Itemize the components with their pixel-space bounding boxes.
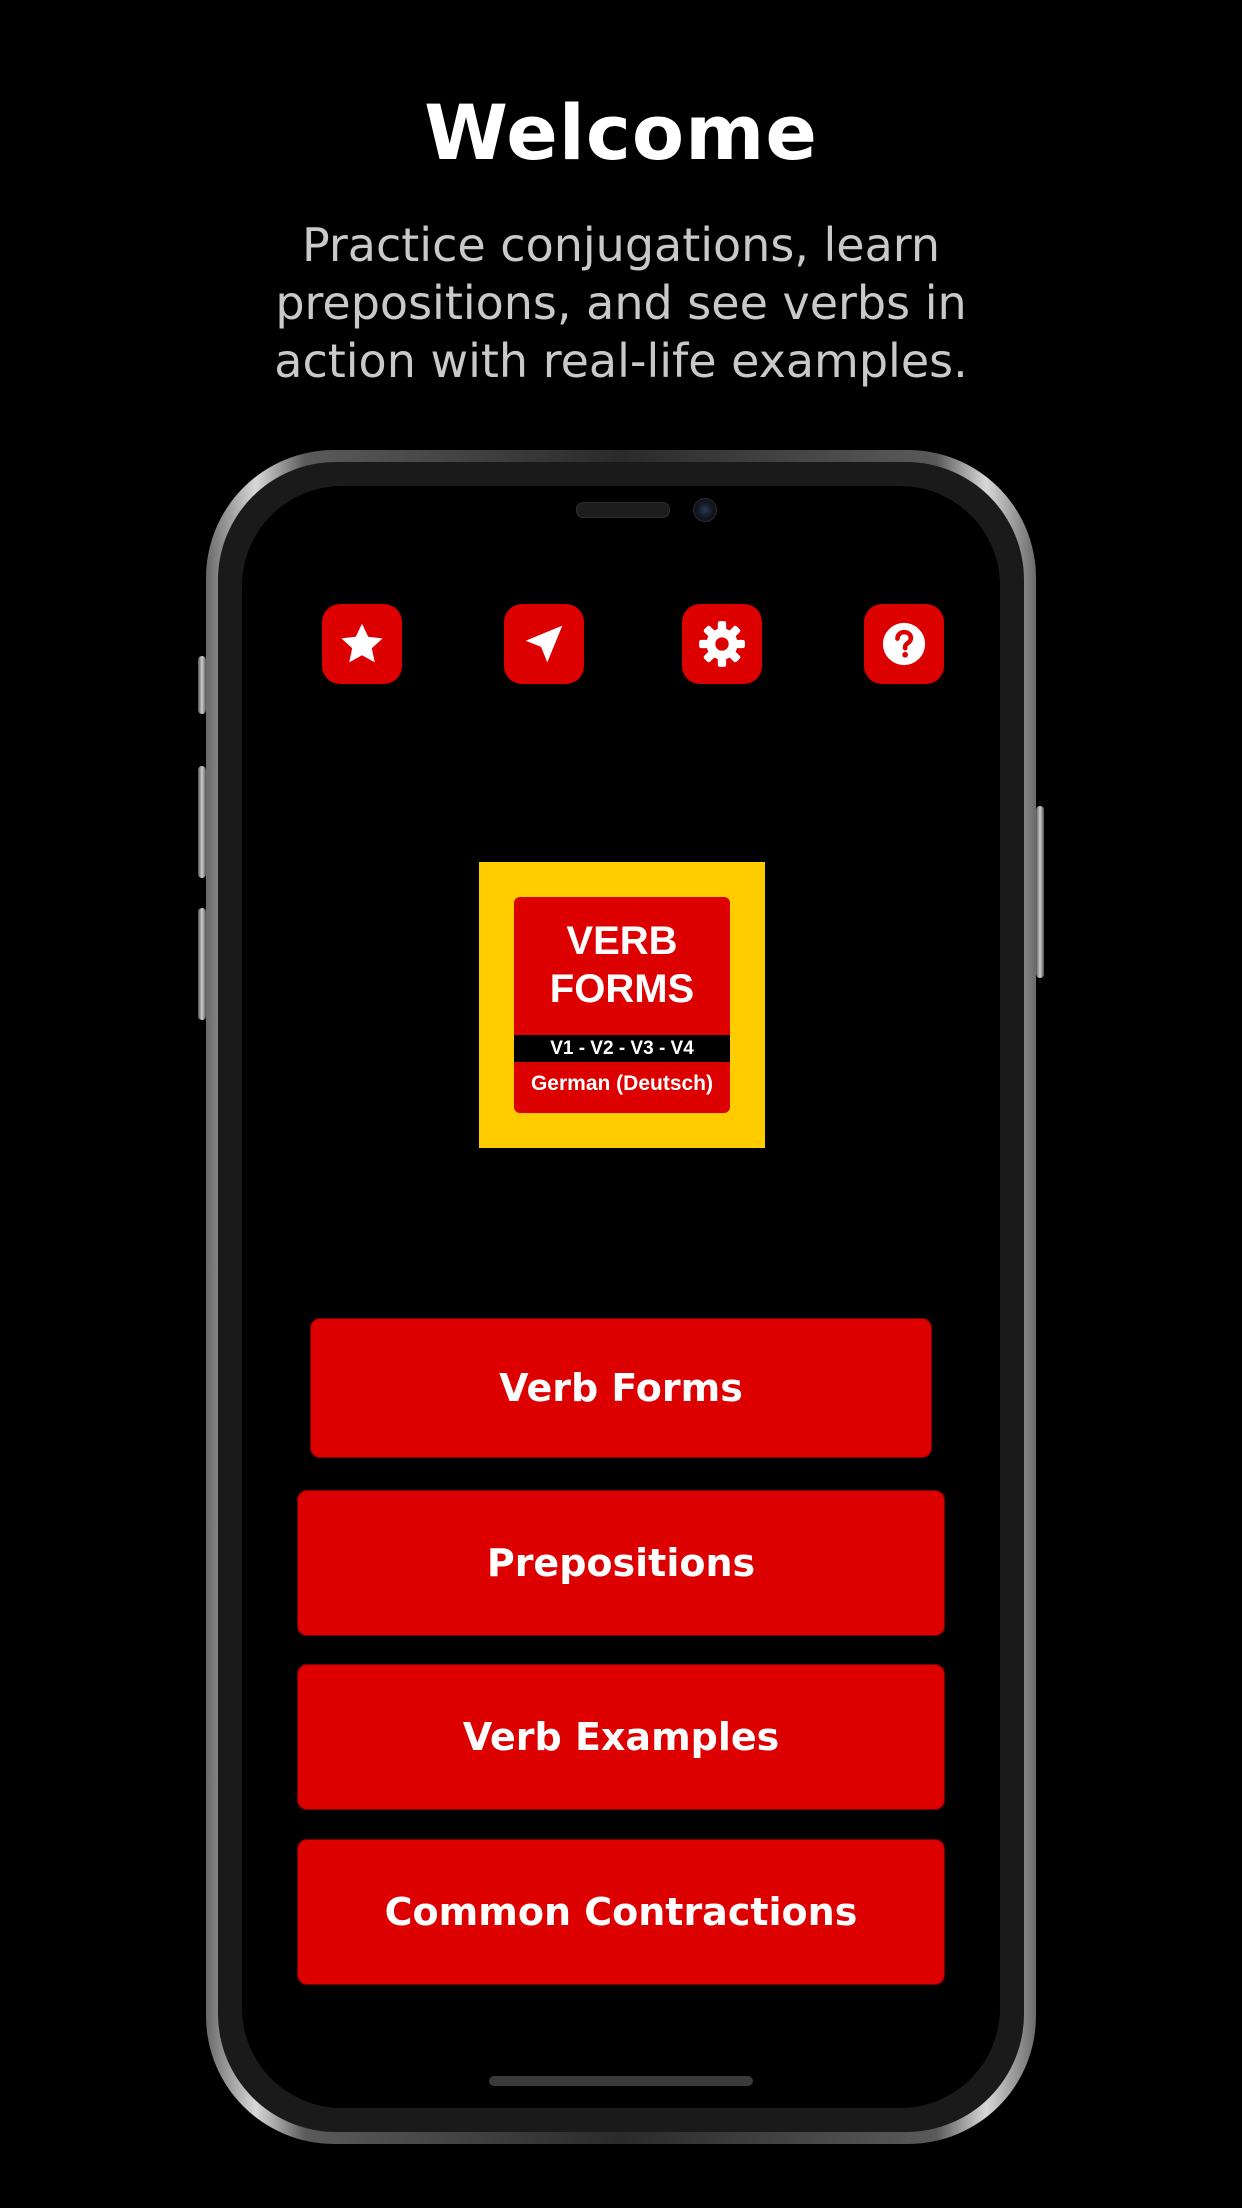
verb-forms-button[interactable]: Verb Forms [310,1318,932,1458]
star-icon [338,620,386,668]
page-subtitle: Practice conjugations, learn preposition… [274,218,968,388]
page-title: Welcome [424,88,818,177]
app-logo: VERB FORMS V1 - V2 - V3 - V4 German (Deu… [479,862,765,1148]
app-logo-badge: VERB FORMS V1 - V2 - V3 - V4 German (Deu… [514,897,730,1113]
navigation-arrow-icon [522,622,566,666]
phone-mute-switch [198,656,206,714]
navigate-button[interactable] [504,604,584,684]
gear-icon [697,619,747,669]
logo-forms-strip: V1 - V2 - V3 - V4 [514,1035,730,1062]
home-indicator[interactable] [489,2076,753,2086]
logo-title-line2: FORMS [549,967,695,1011]
help-icon [881,621,927,667]
settings-button[interactable] [682,604,762,684]
favorites-button[interactable] [322,604,402,684]
logo-title: VERB FORMS [514,917,730,1013]
prepositions-button[interactable]: Prepositions [297,1490,945,1636]
common-contractions-button[interactable]: Common Contractions [297,1839,945,1985]
phone-speaker [576,502,670,518]
phone-power-button [1036,806,1044,978]
help-button[interactable] [864,604,944,684]
phone-volume-down [198,908,206,1020]
verb-examples-button[interactable]: Verb Examples [297,1664,945,1810]
logo-title-line1: VERB [566,919,678,963]
logo-language: German (Deutsch) [530,1072,714,1095]
phone-volume-up [198,766,206,878]
front-camera [693,498,717,522]
